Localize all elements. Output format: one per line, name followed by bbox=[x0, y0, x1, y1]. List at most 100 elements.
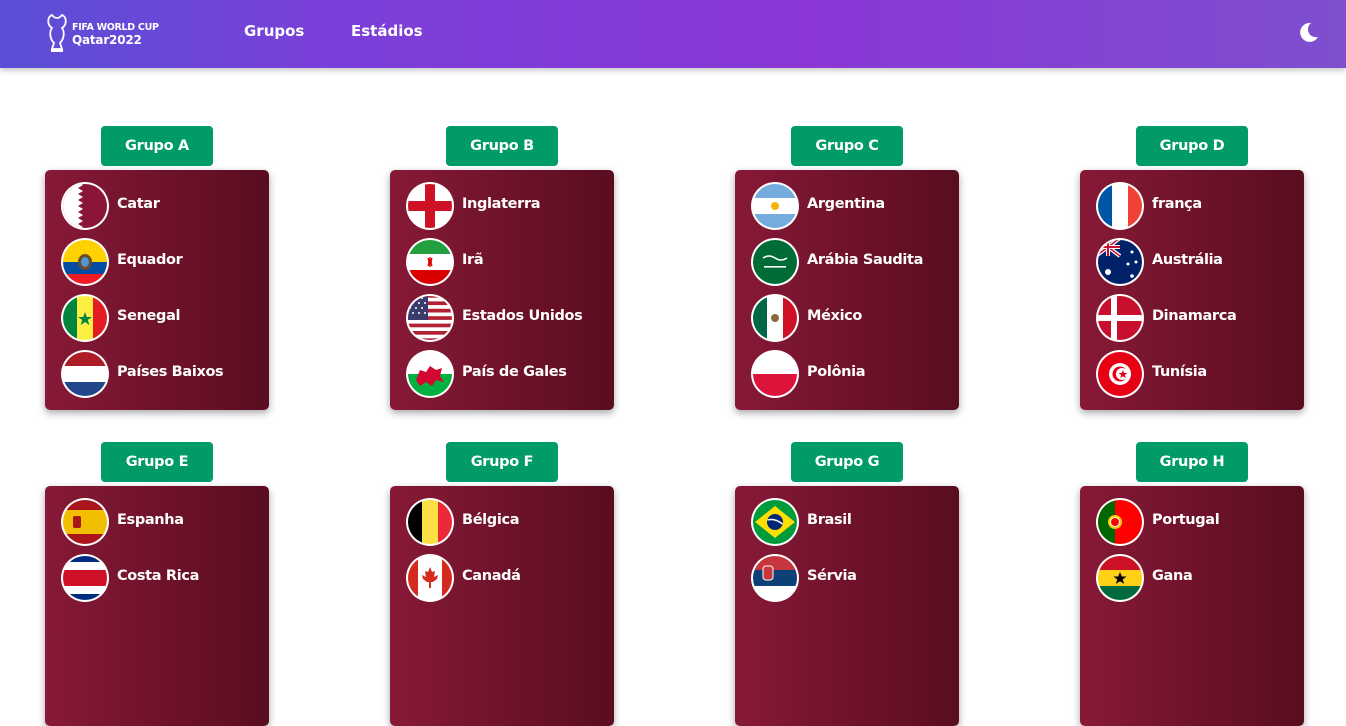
group-b: Grupo B Inglaterra Irã Estados Unidos País d… bbox=[390, 126, 614, 410]
group-title-badge[interactable]: Grupo A bbox=[101, 126, 213, 166]
spain-flag-icon bbox=[61, 498, 109, 546]
team-item[interactable]: País de Gales bbox=[406, 350, 606, 398]
group-teams-card: Portugal Gana bbox=[1080, 486, 1304, 726]
team-item[interactable]: Estados Unidos bbox=[406, 294, 606, 342]
group-teams-card: Brasil Sérvia bbox=[735, 486, 959, 726]
team-item[interactable]: Polônia bbox=[751, 350, 951, 398]
wales-flag-icon bbox=[406, 350, 454, 398]
team-item[interactable]: México bbox=[751, 294, 951, 342]
logo-subtitle: Qatar2022 bbox=[72, 33, 142, 47]
denmark-flag-icon bbox=[1096, 294, 1144, 342]
group-a: Grupo A Catar Equador Senegal Países Baixos bbox=[45, 126, 269, 410]
team-item[interactable]: Canadá bbox=[406, 554, 606, 602]
group-teams-card: Argentina Arábia Saudita México Polônia bbox=[735, 170, 959, 410]
iran-flag-icon bbox=[406, 238, 454, 286]
group-teams-card: Inglaterra Irã Estados Unidos País de Gales bbox=[390, 170, 614, 410]
mexico-flag-icon bbox=[751, 294, 799, 342]
group-c: Grupo C Argentina Arábia Saudita México Polô… bbox=[735, 126, 959, 410]
team-item[interactable]: Bélgica bbox=[406, 498, 606, 546]
canada-flag-icon bbox=[406, 554, 454, 602]
team-item[interactable]: Austrália bbox=[1096, 238, 1296, 286]
team-item[interactable]: Espanha bbox=[61, 498, 261, 546]
group-title-badge[interactable]: Grupo H bbox=[1136, 442, 1248, 482]
moon-icon[interactable] bbox=[1296, 20, 1320, 44]
group-f: Grupo F Bélgica Canadá bbox=[390, 442, 614, 726]
group-title-badge[interactable]: Grupo E bbox=[101, 442, 213, 482]
team-item[interactable]: Tunísia bbox=[1096, 350, 1296, 398]
team-item[interactable]: Equador bbox=[61, 238, 261, 286]
group-e: Grupo E Espanha Costa Rica bbox=[45, 442, 269, 726]
ghana-flag-icon bbox=[1096, 554, 1144, 602]
team-name: Canadá bbox=[462, 568, 521, 584]
team-item[interactable]: Senegal bbox=[61, 294, 261, 342]
top-navbar: FIFA WORLD CUP Qatar2022 Grupos Estádios bbox=[0, 0, 1346, 68]
france-flag-icon bbox=[1096, 182, 1144, 230]
team-item[interactable]: Costa Rica bbox=[61, 554, 261, 602]
netherlands-flag-icon bbox=[61, 350, 109, 398]
team-name: Brasil bbox=[807, 512, 852, 528]
team-name: Austrália bbox=[1152, 252, 1223, 268]
team-item[interactable]: frança bbox=[1096, 182, 1296, 230]
team-name: Polônia bbox=[807, 364, 866, 380]
group-title-badge[interactable]: Grupo G bbox=[791, 442, 903, 482]
group-teams-card: frança Austrália Dinamarca Tunísia bbox=[1080, 170, 1304, 410]
england-flag-icon bbox=[406, 182, 454, 230]
serbia-flag-icon bbox=[751, 554, 799, 602]
team-name: Estados Unidos bbox=[462, 308, 583, 324]
team-name: Sérvia bbox=[807, 568, 857, 584]
team-name: Costa Rica bbox=[117, 568, 200, 584]
nav-estadios-link[interactable]: Estádios bbox=[351, 22, 423, 40]
team-name: Irã bbox=[462, 252, 484, 268]
team-name: Espanha bbox=[117, 512, 184, 528]
group-title-badge[interactable]: Grupo B bbox=[446, 126, 558, 166]
team-item[interactable]: Países Baixos bbox=[61, 350, 261, 398]
team-name: Catar bbox=[117, 196, 160, 212]
belgium-flag-icon bbox=[406, 498, 454, 546]
world-cup-emblem-icon bbox=[47, 13, 67, 52]
team-name: frança bbox=[1152, 196, 1202, 212]
group-teams-card: Bélgica Canadá bbox=[390, 486, 614, 726]
saudi-arabia-flag-icon bbox=[751, 238, 799, 286]
team-name: Inglaterra bbox=[462, 196, 541, 212]
team-item[interactable]: Portugal bbox=[1096, 498, 1296, 546]
team-name: Tunísia bbox=[1152, 364, 1207, 380]
group-d: Grupo D frança Austrália Dinamarca Tunísia bbox=[1080, 126, 1304, 410]
team-item[interactable]: Dinamarca bbox=[1096, 294, 1296, 342]
team-name: Gana bbox=[1152, 568, 1193, 584]
poland-flag-icon bbox=[751, 350, 799, 398]
team-name: Países Baixos bbox=[117, 364, 224, 380]
team-item[interactable]: Catar bbox=[61, 182, 261, 230]
team-name: Arábia Saudita bbox=[807, 252, 924, 268]
group-title-badge[interactable]: Grupo C bbox=[791, 126, 903, 166]
logo-title: FIFA WORLD CUP bbox=[72, 22, 159, 33]
team-item[interactable]: Inglaterra bbox=[406, 182, 606, 230]
team-name: Portugal bbox=[1152, 512, 1220, 528]
team-name: Equador bbox=[117, 252, 183, 268]
team-name: País de Gales bbox=[462, 364, 567, 380]
team-name: México bbox=[807, 308, 863, 324]
team-item[interactable]: Gana bbox=[1096, 554, 1296, 602]
world-cup-logo[interactable]: FIFA WORLD CUP Qatar2022 bbox=[46, 13, 166, 55]
costa-rica-flag-icon bbox=[61, 554, 109, 602]
team-item[interactable]: Irã bbox=[406, 238, 606, 286]
group-h: Grupo H Portugal Gana bbox=[1080, 442, 1304, 726]
senegal-flag-icon bbox=[61, 294, 109, 342]
team-name: Bélgica bbox=[462, 512, 520, 528]
group-title-badge[interactable]: Grupo D bbox=[1136, 126, 1248, 166]
team-item[interactable]: Brasil bbox=[751, 498, 951, 546]
team-item[interactable]: Sérvia bbox=[751, 554, 951, 602]
qatar-flag-icon bbox=[61, 182, 109, 230]
portugal-flag-icon bbox=[1096, 498, 1144, 546]
nav-grupos-link[interactable]: Grupos bbox=[244, 22, 304, 40]
ecuador-flag-icon bbox=[61, 238, 109, 286]
group-title-badge[interactable]: Grupo F bbox=[446, 442, 558, 482]
team-name: Argentina bbox=[807, 196, 885, 212]
team-item[interactable]: Arábia Saudita bbox=[751, 238, 951, 286]
group-teams-card: Catar Equador Senegal Países Baixos bbox=[45, 170, 269, 410]
brazil-flag-icon bbox=[751, 498, 799, 546]
team-name: Dinamarca bbox=[1152, 308, 1237, 324]
team-item[interactable]: Argentina bbox=[751, 182, 951, 230]
usa-flag-icon bbox=[406, 294, 454, 342]
argentina-flag-icon bbox=[751, 182, 799, 230]
australia-flag-icon bbox=[1096, 238, 1144, 286]
